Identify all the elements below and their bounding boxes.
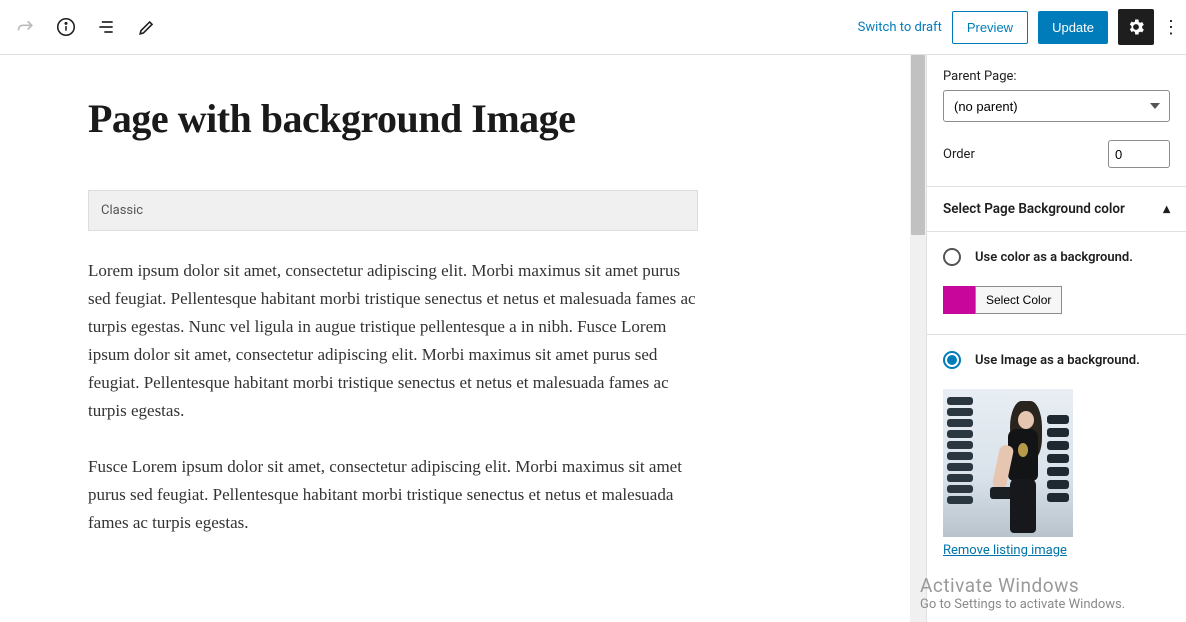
main-area: Page with background Image Classic Lorem… [0, 55, 1186, 622]
use-image-radio[interactable] [943, 351, 961, 369]
redo-button [8, 9, 44, 45]
preview-person [988, 401, 1050, 533]
scrollbar-thumb[interactable] [911, 55, 925, 235]
paragraph[interactable]: Fusce Lorem ipsum dolor sit amet, consec… [88, 453, 698, 537]
editor-canvas[interactable]: Page with background Image Classic Lorem… [0, 55, 910, 622]
color-picker-row: Select Color [943, 286, 1170, 314]
update-button[interactable]: Update [1038, 11, 1108, 44]
bg-image-section: Use Image as a background. Remove listin… [927, 335, 1186, 574]
page-attributes-panel: Parent Page: (no parent) Order [927, 55, 1186, 187]
use-image-radio-row: Use Image as a background. [943, 351, 1170, 369]
parent-page-select-wrap: (no parent) [943, 90, 1170, 122]
edit-button[interactable] [128, 9, 164, 45]
use-color-radio-row: Use color as a background. [943, 248, 1170, 266]
preview-dumbbell-rack [947, 397, 973, 527]
outline-button[interactable] [88, 9, 124, 45]
collapse-icon: ▴ [1163, 201, 1170, 217]
preview-dumbbell-rack [1047, 415, 1069, 515]
order-label: Order [943, 147, 975, 162]
bg-color-section: Use color as a background. Select Color [927, 232, 1186, 335]
editor-topbar: Switch to draft Preview Update ⋮ [0, 0, 1186, 55]
parent-page-label: Parent Page: [943, 69, 1170, 84]
use-image-label: Use Image as a background. [975, 353, 1140, 368]
bg-panel-title: Select Page Background color [943, 201, 1125, 217]
paragraph[interactable]: Lorem ipsum dolor sit amet, consectetur … [88, 257, 698, 425]
more-options-button[interactable]: ⋮ [1164, 17, 1178, 38]
select-color-button[interactable]: Select Color [975, 286, 1062, 314]
classic-block-header[interactable]: Classic [88, 190, 698, 231]
topbar-right-actions: Switch to draft Preview Update ⋮ [858, 9, 1178, 45]
color-swatch[interactable] [943, 286, 975, 314]
switch-to-draft-link[interactable]: Switch to draft [858, 20, 942, 35]
body-text[interactable]: Lorem ipsum dolor sit amet, consectetur … [88, 257, 698, 537]
use-color-radio[interactable] [943, 248, 961, 266]
remove-image-link[interactable]: Remove listing image [943, 543, 1067, 558]
bg-image-preview[interactable] [943, 389, 1073, 537]
topbar-left-tools [8, 9, 164, 45]
editor-content: Page with background Image Classic Lorem… [88, 95, 698, 537]
info-button[interactable] [48, 9, 84, 45]
parent-page-select[interactable]: (no parent) [943, 90, 1170, 122]
use-color-label: Use color as a background. [975, 250, 1133, 265]
settings-sidebar: Parent Page: (no parent) Order Select Pa… [926, 55, 1186, 622]
radio-checked-icon [947, 355, 957, 365]
editor-scrollbar[interactable] [910, 55, 926, 622]
settings-button[interactable] [1118, 9, 1154, 45]
page-title[interactable]: Page with background Image [88, 95, 698, 142]
bg-panel-header[interactable]: Select Page Background color ▴ [927, 187, 1186, 232]
order-row: Order [943, 140, 1170, 168]
order-input[interactable] [1108, 140, 1170, 168]
preview-button[interactable]: Preview [952, 11, 1028, 44]
